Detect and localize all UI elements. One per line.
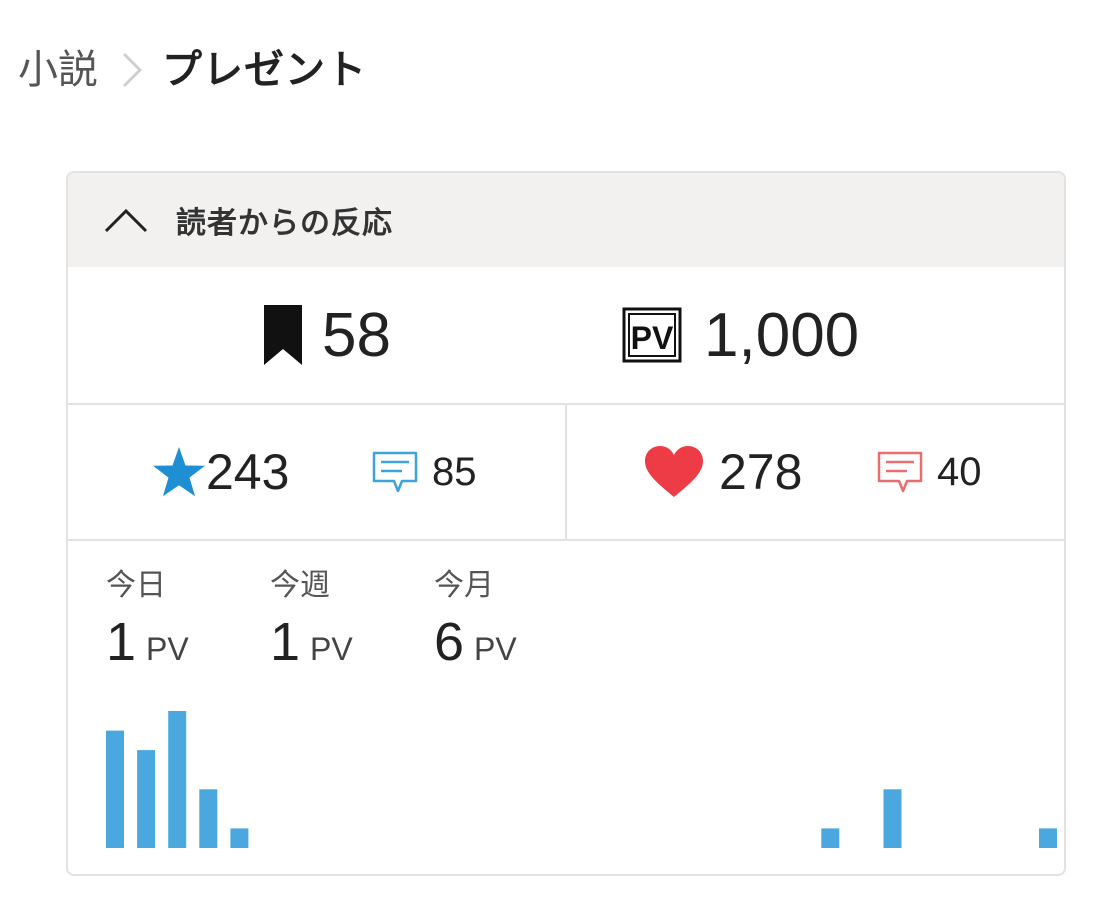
pv-bar	[883, 789, 902, 848]
pv-bar	[199, 789, 218, 848]
review-icon	[372, 451, 418, 493]
pv-bar	[821, 828, 840, 848]
panel-title: 読者からの反応	[176, 206, 393, 241]
star-icon	[153, 447, 205, 497]
comment-icon	[877, 451, 923, 493]
heart-icon	[645, 446, 703, 497]
heart-count-value: 278	[719, 444, 803, 500]
review-count-value: 85	[432, 449, 477, 494]
pv-icon: PV	[622, 307, 682, 363]
heart-count: 278	[643, 405, 802, 539]
reactions-row: 243 85 278 40	[68, 405, 1064, 541]
star-cell[interactable]: 243 85	[68, 405, 567, 539]
comment-count: 40	[877, 405, 982, 539]
totals-row: 58 PV 1,000	[68, 267, 1064, 405]
pv-stats-section: 今日 1 PV 今週 1 PV 今月 6 PV	[68, 541, 1064, 874]
reader-reaction-panel: 読者からの反応 58 PV 1,000 243 85 278 40 今日 1 P…	[66, 171, 1066, 876]
pv-bar	[230, 828, 249, 848]
chevron-up-icon[interactable]	[104, 205, 148, 235]
pv-total: PV 1,000	[622, 267, 859, 403]
page-title: プレゼント	[162, 47, 367, 93]
bookmark-count-value: 58	[322, 300, 391, 370]
pv-bar	[1039, 828, 1057, 848]
breadcrumb-parent-link[interactable]: 小説	[18, 50, 98, 90]
daily-pv-bar-chart	[106, 711, 1057, 848]
panel-header[interactable]: 読者からの反応	[68, 173, 1064, 267]
comment-count-value: 40	[937, 449, 982, 494]
bookmark-icon	[264, 305, 302, 365]
review-count: 85	[372, 405, 477, 539]
bookmark-count: 58	[264, 267, 391, 403]
heart-cell[interactable]: 278 40	[567, 405, 1064, 539]
svg-text:PV: PV	[631, 320, 674, 356]
star-count: 243	[152, 405, 289, 539]
chevron-right-icon	[122, 52, 143, 88]
breadcrumb: 小説 プレゼント	[18, 40, 367, 100]
pv-total-value: 1,000	[704, 300, 860, 370]
pv-bar	[106, 730, 124, 848]
star-count-value: 243	[206, 444, 290, 500]
pv-bar	[168, 711, 187, 848]
pv-bar	[137, 750, 156, 848]
